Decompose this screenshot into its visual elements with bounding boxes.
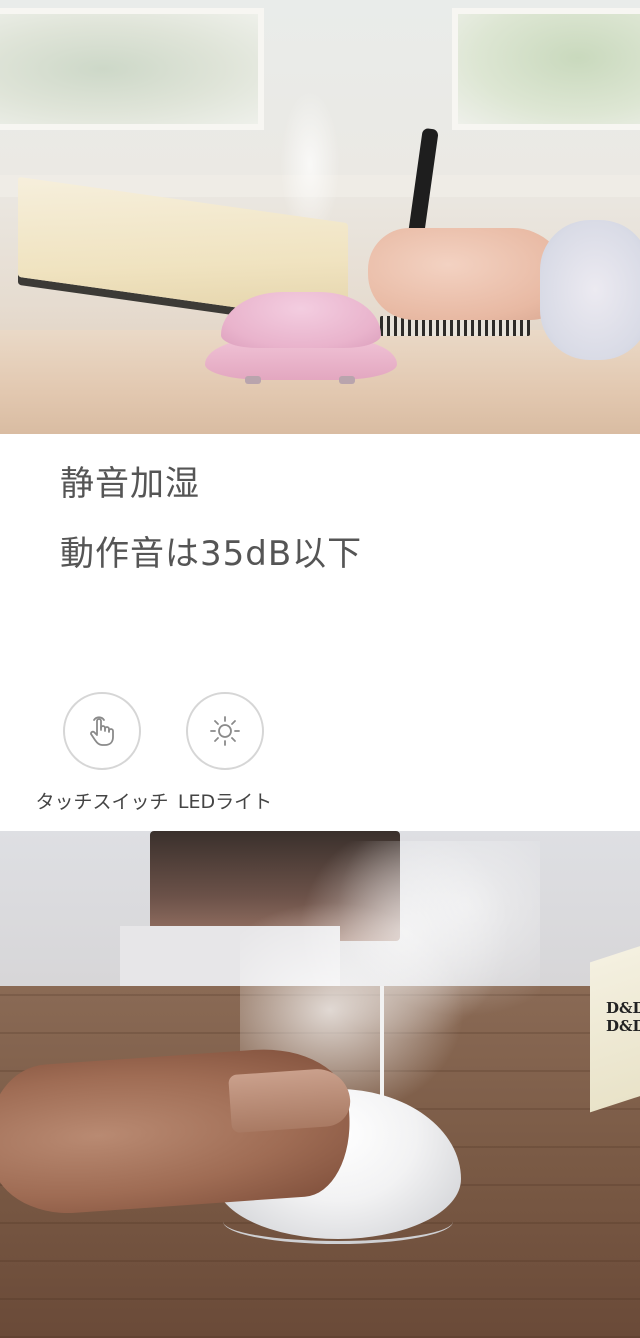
- pink-humidifier: [205, 292, 397, 392]
- product-photo-pink-humidifier: [0, 0, 640, 434]
- power-cord: [380, 986, 384, 1106]
- section-subheading: 動作音は35dB以下: [60, 534, 363, 574]
- sun-led-icon: [210, 716, 240, 746]
- book-cover-text: D&D D&D: [606, 999, 640, 1035]
- feature-led-light: LEDライト: [150, 692, 300, 814]
- writing-hand: [368, 228, 568, 320]
- touch-hand-icon: [90, 716, 114, 746]
- humidifier-rim: [223, 1199, 453, 1244]
- section-heading: 静音加湿: [60, 464, 200, 504]
- window: [0, 8, 264, 130]
- hand-touching-humidifier: [228, 1066, 352, 1134]
- feature-label: LEDライト: [177, 791, 273, 813]
- humidifier-top: [221, 292, 381, 348]
- feature-icon-circle: [63, 692, 141, 770]
- window: [452, 8, 640, 130]
- humidifier-foot: [245, 376, 261, 384]
- feature-icon-circle: [186, 692, 264, 770]
- humidifier-foot: [339, 376, 355, 384]
- sleeve: [540, 220, 640, 360]
- product-photo-white-humidifier: D&D D&D: [0, 831, 640, 1338]
